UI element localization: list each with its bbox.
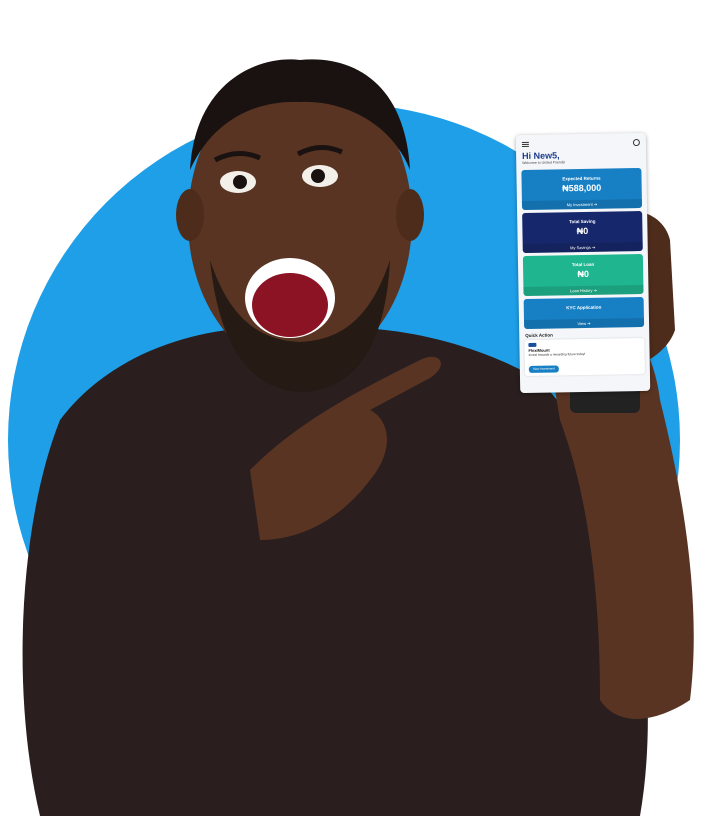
my-savings-link[interactable]: My Savings ➔ — [522, 241, 643, 254]
total-saving-card[interactable]: Total Saving ₦0 My Savings ➔ — [522, 210, 643, 254]
card-title: Total Loan — [571, 261, 595, 268]
card-value: ₦0 — [576, 225, 589, 237]
kyc-application-card[interactable]: KYC Application View ➔ — [523, 296, 645, 330]
profile-icon[interactable] — [632, 138, 640, 146]
quick-action-card: FlexiMount Invest towards a rewarding fu… — [524, 337, 645, 377]
card-value: ₦588,000 — [562, 182, 602, 194]
welcome-text: Welcome to United Friends! — [522, 160, 566, 166]
loan-history-link[interactable]: Loan History ➔ — [523, 284, 644, 297]
total-loan-card[interactable]: Total Loan ₦0 Loan History ➔ — [522, 253, 644, 297]
man-pointing-illustration — [22, 59, 694, 816]
investment-icon — [528, 342, 537, 347]
expected-returns-card[interactable]: Expected Returns ₦588,000 My Investment … — [521, 167, 643, 211]
card-title: Expected Returns — [562, 175, 601, 182]
view-investment-button[interactable]: View Investment — [528, 364, 559, 373]
card-title: KYC Application — [566, 304, 602, 311]
phone-screen: Hi New5, Welcome to United Friends! Expe… — [515, 132, 651, 394]
hamburger-menu-icon[interactable] — [521, 141, 529, 147]
quick-action-description: Invest towards a rewarding future today! — [528, 351, 586, 357]
card-title: Total Saving — [569, 218, 596, 225]
card-value: ₦0 — [577, 268, 590, 280]
my-investment-link[interactable]: My Investment ➔ — [521, 198, 643, 211]
